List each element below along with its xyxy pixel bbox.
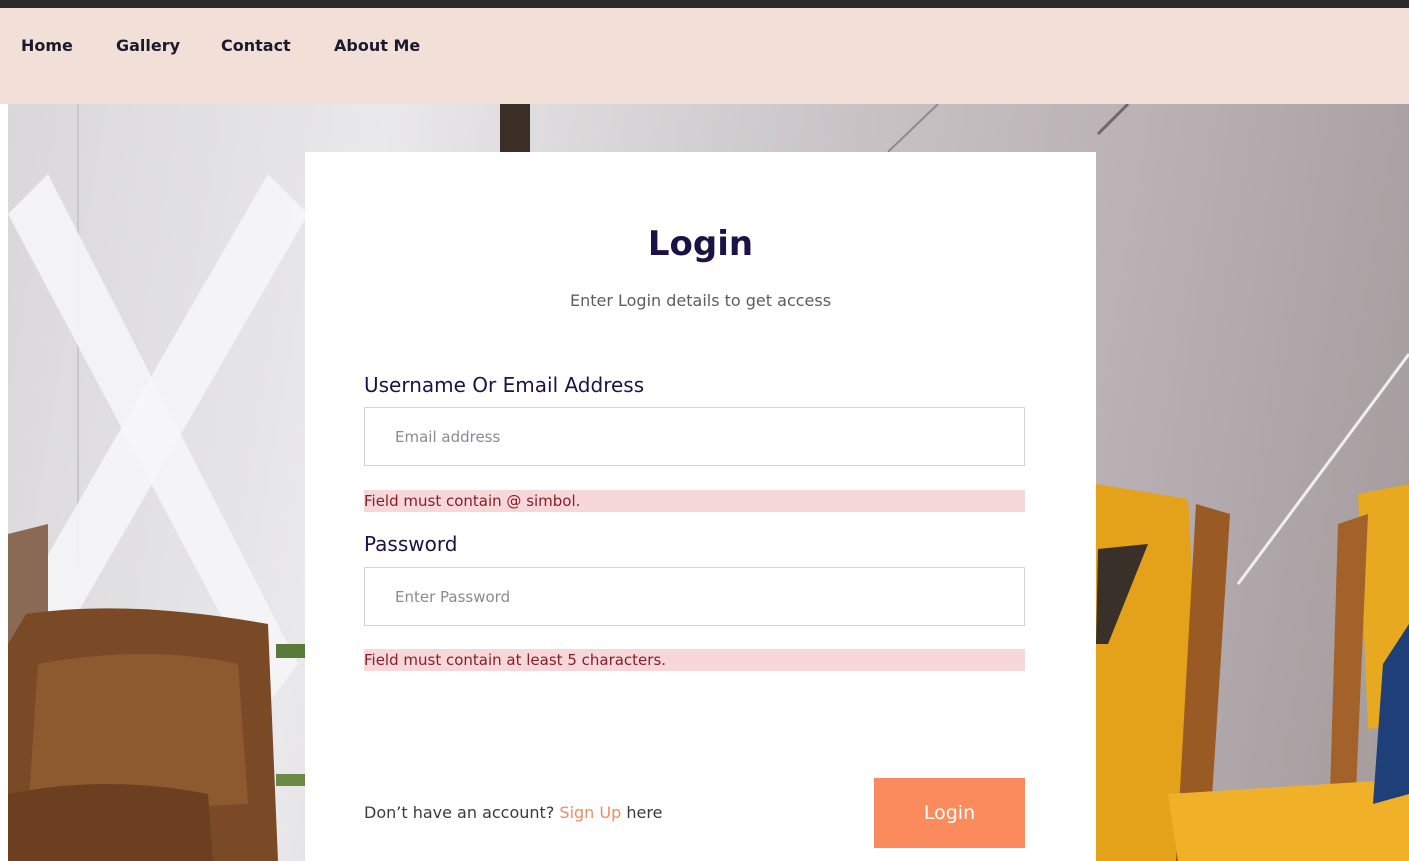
signup-suffix: here [626,803,663,822]
page-edge [0,104,8,861]
nav-link-contact[interactable]: Contact [221,36,291,55]
signup-link[interactable]: Sign Up [559,803,621,822]
nav-link-gallery[interactable]: Gallery [116,36,180,55]
password-error-message: Field must contain at least 5 characters… [364,649,1025,671]
top-border [0,0,1409,8]
login-title: Login [647,224,754,264]
nav-link-home[interactable]: Home [21,36,73,55]
login-button[interactable]: Login [874,778,1025,848]
signup-prompt: Don’t have an account? Sign Up here [364,803,662,822]
password-label: Password [364,532,458,556]
nav-link-about-me[interactable]: About Me [334,36,420,55]
signup-prefix: Don’t have an account? [364,803,555,822]
email-error-message: Field must contain @ simbol. [364,490,1025,512]
password-input[interactable] [364,567,1025,626]
username-label: Username Or Email Address [364,373,645,397]
login-subtitle: Enter Login details to get access [569,291,832,310]
login-card: Login Enter Login details to get access … [305,152,1096,861]
email-input[interactable] [364,407,1025,466]
navbar: Home Gallery Contact About Me [0,8,1409,104]
